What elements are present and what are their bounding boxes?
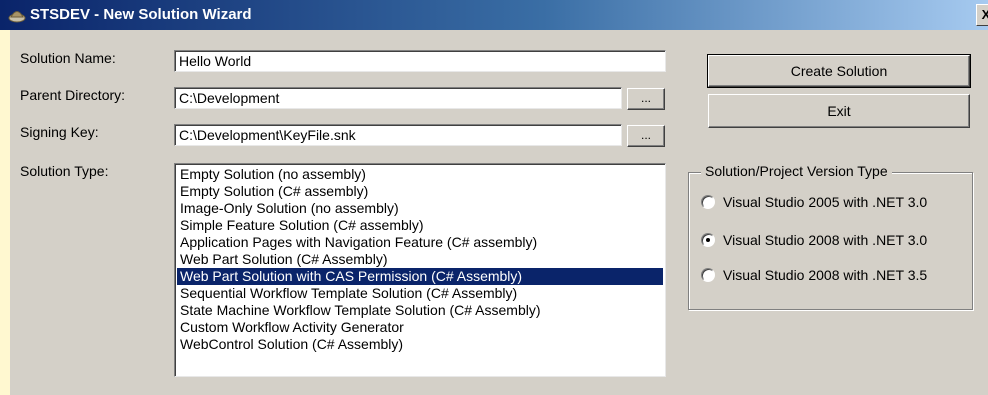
solution-type-label: Solution Type: [20,163,109,179]
parent-directory-input[interactable]: C:\Development [174,87,622,109]
solution-name-input[interactable]: Hello World [174,50,666,72]
radio-button[interactable] [701,195,715,209]
solution-type-item[interactable]: Web Part Solution (C# Assembly) [177,251,663,268]
solution-name-label: Solution Name: [20,50,116,66]
version-type-legend: Solution/Project Version Type [701,163,892,179]
radio-button[interactable] [701,268,715,282]
radio-selected-dot [706,238,710,242]
signing-key-label: Signing Key: [20,124,99,140]
parent-directory-browse-button[interactable]: ... [627,88,665,110]
close-button[interactable]: X [976,4,988,26]
solution-type-item[interactable]: Custom Workflow Activity Generator [177,319,663,336]
app-icon [8,6,26,24]
solution-type-item[interactable]: Sequential Workflow Template Solution (C… [177,285,663,302]
solution-type-listbox[interactable]: Empty Solution (no assembly) Empty Soluti… [174,163,666,377]
solution-type-item[interactable]: Empty Solution (C# assembly) [177,183,663,200]
version-type-group: Solution/Project Version Type Visual Stu… [688,163,973,310]
signing-key-browse-button[interactable]: ... [627,125,665,147]
solution-type-item[interactable]: Web Part Solution with CAS Permission (C… [177,268,663,285]
signing-key-input[interactable]: C:\Development\KeyFile.snk [174,124,622,146]
radio-button[interactable] [701,233,715,247]
window-edge [0,30,10,395]
version-option-label: Visual Studio 2008 with .NET 3.0 [723,232,928,248]
version-option-label: Visual Studio 2005 with .NET 3.0 [723,194,928,210]
solution-type-item[interactable]: State Machine Workflow Template Solution… [177,302,663,319]
version-option-label: Visual Studio 2008 with .NET 3.5 [723,267,928,283]
solution-type-item[interactable]: Image-Only Solution (no assembly) [177,200,663,217]
solution-type-item[interactable]: WebControl Solution (C# Assembly) [177,336,663,353]
solution-type-item[interactable]: Empty Solution (no assembly) [177,166,663,183]
exit-button[interactable]: Exit [708,94,970,128]
parent-directory-label: Parent Directory: [20,87,126,103]
window-title: STSDEV - New Solution Wizard [30,6,252,23]
create-solution-button[interactable]: Create Solution [707,54,971,88]
solution-type-item[interactable]: Application Pages with Navigation Featur… [177,234,663,251]
solution-type-item[interactable]: Simple Feature Solution (C# assembly) [177,217,663,234]
title-bar[interactable]: STSDEV - New Solution Wizard X [0,0,988,30]
